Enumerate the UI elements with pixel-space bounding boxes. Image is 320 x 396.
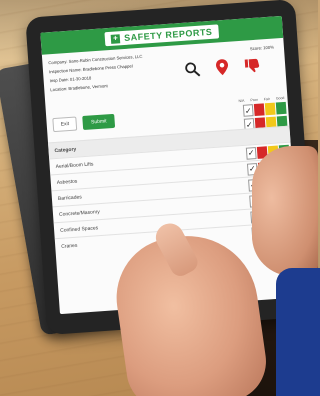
checkbox-checked[interactable]: ✓ [242,104,254,117]
logo-cross-icon: + [110,33,121,44]
item-label: Barricades [57,194,83,202]
thumbs-down-icon[interactable] [242,55,261,74]
item-label: Confined Spaces [59,225,99,234]
column-header-fair: Fair [263,96,270,102]
item-label: Concrete/Masonry [58,209,101,218]
column-header-na: N/A [238,98,245,104]
exit-button[interactable]: Exit [52,116,78,133]
search-icon[interactable] [183,60,202,79]
good-rating-cell[interactable] [275,101,287,115]
submit-button[interactable]: Submit [82,113,116,131]
item-label: Aerial/Boom Lifts [55,161,94,171]
blue-sleeve [276,268,320,396]
column-header-poor: Poor [250,97,258,103]
supporting-hand [252,146,318,276]
brand-name: SAFETY REPORTS [123,26,213,43]
fair-rating-cell[interactable] [264,102,276,116]
item-label: Cranes [61,242,78,250]
item-label: Asbestos [56,178,78,186]
category-label: Category [54,146,77,155]
score-field: Score: 100% [249,44,275,52]
poor-rating-cell[interactable] [253,103,265,117]
location-pin-icon[interactable] [213,58,232,77]
checkbox-checked[interactable]: ✓ [245,147,257,160]
column-header-good: Good [275,95,285,101]
rating-row: ✓ [242,101,287,117]
